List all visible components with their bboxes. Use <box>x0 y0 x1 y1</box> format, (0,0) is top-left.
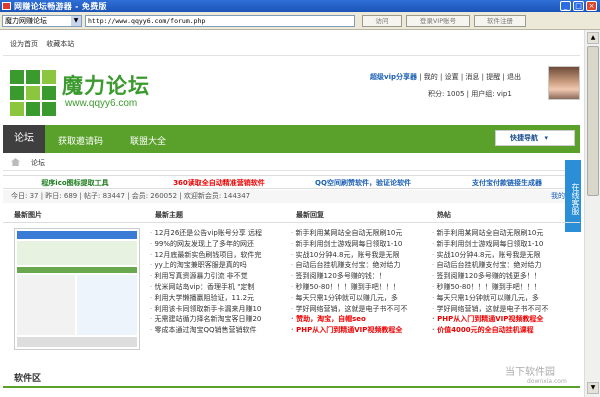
topics-list: 12月26还是公告vip账号分享 远程 99%的网友发现上了多年的网还 12月底… <box>150 228 284 336</box>
watermark-title: 当下软件园 <box>505 367 555 378</box>
menu-messages[interactable]: 消息 <box>465 73 479 81</box>
menu-logout[interactable]: 退出 <box>507 73 521 81</box>
list-item[interactable]: 新手利用剑士游戏网每日领取1-10 <box>291 239 425 250</box>
menu-mine[interactable]: 我的 <box>424 73 438 81</box>
user-stats: 积分: 1005 | 用户组: vip1 <box>428 90 512 98</box>
quick-nav-button[interactable]: 快捷导航 ▾ <box>495 130 575 146</box>
list-item[interactable]: 利用该卡同领取新手卡漏来月赚10 <box>150 304 284 315</box>
ad-row: 程序ico图标提取工具 360读取全自动精准营销软件 QQ空间刷赞软件，验证论软… <box>3 175 580 189</box>
scrollbar-thumb[interactable] <box>587 46 599 196</box>
visit-button[interactable]: 访问 <box>362 15 402 27</box>
browser-toolbar: 魔力网赚论坛 ▼ http://www.qqyy6.com/forum.php … <box>0 12 600 30</box>
list-item[interactable]: 自动后台挂机赚支付宝：绝对给力 <box>432 260 562 271</box>
minimize-button[interactable]: _ <box>560 1 571 11</box>
latest-image-thumbnail[interactable] <box>14 228 140 350</box>
scrollbar[interactable]: ▲ ▼ <box>584 30 600 397</box>
list-item[interactable]: 新手利用某网站全自动无限刷10元 <box>432 228 562 239</box>
ad-link[interactable]: 360读取全自动精准营销软件 <box>147 178 291 188</box>
ad-link[interactable]: 程序ico图标提取工具 <box>3 178 147 188</box>
register-button[interactable]: 软件注册 <box>474 15 526 27</box>
list-item[interactable]: 12月底最新实色刷钱项目，软件完 <box>150 250 284 261</box>
list-item[interactable]: PHP从入门到精通VIP视频教程全 <box>432 314 562 325</box>
logo-url: www.qqyy6.com <box>65 98 138 109</box>
list-item[interactable]: 赞助，淘宝，自帽seo <box>291 314 425 325</box>
ad-link[interactable]: 支付宝付款链接生成器 <box>435 178 579 188</box>
window-title: 网赚论坛畅游器 - 免费版 <box>14 2 107 11</box>
list-item[interactable]: 签到阅赚120多号赚的钱更多！！ <box>432 271 562 282</box>
main-nav: 论坛 获取邀请码 联盟大全 <box>3 125 580 153</box>
divider <box>3 55 580 56</box>
set-homepage-link[interactable]: 设为首页 <box>10 40 38 48</box>
list-item[interactable]: 12月26还是公告vip账号分享 远程 <box>150 228 284 239</box>
list-item[interactable]: yy上的淘宝兼职客服是真的吗 <box>150 260 284 271</box>
quick-nav-label: 快捷导航 <box>510 134 538 142</box>
panel-header-images: 最新图片 <box>14 211 42 219</box>
logo-icon[interactable] <box>10 70 58 116</box>
stats-bar: 今日: 37 | 昨日: 689 | 帖子: 83447 | 会员: 26005… <box>3 190 580 203</box>
list-item[interactable]: 价值4000元的全自动挂机课程 <box>432 325 562 336</box>
list-item[interactable]: 利用写真资源暴力引流 非不觉 <box>150 271 284 282</box>
user-points[interactable]: 积分: 1005 <box>428 90 464 98</box>
stats-text: 今日: 37 | 昨日: 689 | 帖子: 83447 | 会员: 26005… <box>11 192 251 200</box>
app-icon <box>2 2 11 10</box>
list-item[interactable]: 99%的网友发现上了多年的网还 <box>150 239 284 250</box>
chevron-down-icon[interactable]: ▼ <box>71 16 81 26</box>
list-item[interactable]: 学好网络营销，这就是电子书不可不 <box>291 304 425 315</box>
user-group[interactable]: 用户组: vip1 <box>471 90 512 98</box>
list-item[interactable]: 每天只需1分钟就可以赚几元，多 <box>291 293 425 304</box>
panel-header-topics: 最新主题 <box>155 211 183 219</box>
hot-list: 新手利用某网站全自动无限刷10元 新手利用剑士游戏网每日领取1-10 实战10分… <box>432 228 562 336</box>
section-title: 软件区 <box>14 374 42 384</box>
panel-header-replies: 最新回复 <box>296 211 324 219</box>
maximize-button[interactable]: □ <box>573 1 584 11</box>
close-button[interactable]: × <box>586 1 597 11</box>
top-links: 设为首页 收藏本站 <box>10 39 80 49</box>
menu-settings[interactable]: 设置 <box>445 73 459 81</box>
nav-invite-code[interactable]: 获取邀请码 <box>58 134 103 147</box>
divider <box>3 386 580 388</box>
breadcrumb-forum[interactable]: 论坛 <box>31 158 45 168</box>
list-item[interactable]: 忧米网站岛vip：香理手机 "定制 <box>150 282 284 293</box>
nav-alliance[interactable]: 联盟大全 <box>130 134 166 147</box>
list-item[interactable]: 实战10分钟4.8元，账号我是无限 <box>291 250 425 261</box>
list-item[interactable]: 新手利用剑士游戏网每日领取1-10 <box>432 239 562 250</box>
watermark: 当下软件园 downxia.com <box>505 363 585 393</box>
username[interactable]: 超级vip分享器 <box>370 73 417 81</box>
list-item[interactable]: 无需建站循力择名新淘宝客日赚20 <box>150 314 284 325</box>
breadcrumb: 论坛 <box>3 155 580 171</box>
ad-link[interactable]: QQ空间刷赞软件，验证论软件 <box>291 178 435 188</box>
scroll-up-icon[interactable]: ▲ <box>587 32 599 44</box>
list-item[interactable]: 秒赚50-80！！！赚到手吧！！！ <box>291 282 425 293</box>
list-item[interactable]: 签到阅赚120多号赚的钱：！ <box>291 271 425 282</box>
url-input[interactable]: http://www.qqyy6.com/forum.php <box>85 15 355 27</box>
bookmark-link[interactable]: 收藏本站 <box>46 40 74 48</box>
avatar[interactable] <box>548 66 580 100</box>
list-item[interactable]: 实战10分钟4.8元，账号我是无限 <box>432 250 562 261</box>
list-item[interactable]: 学好网络营销，这就是电子书不可不 <box>432 304 562 315</box>
list-item[interactable]: 自动后台挂机赚支付宝：绝对给力 <box>291 260 425 271</box>
list-item[interactable]: 新手利用某网站全自动无限刷10元 <box>291 228 425 239</box>
user-menu: 超级vip分享器 | 我的 | 设置 | 消息 | 提醒 | 退出 <box>370 73 522 81</box>
watermark-sub: downxia.com <box>527 378 567 385</box>
list-item[interactable]: 利用大学懒播赢阻验证，11.2元 <box>150 293 284 304</box>
title-bar: 网赚论坛畅游器 - 免费版 _ □ × <box>0 0 600 12</box>
list-item[interactable]: 秒赚50-80！！！赚到手吧！！！ <box>432 282 562 293</box>
divider <box>3 222 580 223</box>
logo-title: 魔力论坛 <box>62 73 150 98</box>
list-item[interactable]: PHP从入门到精通VIP视频教程全 <box>291 325 425 336</box>
nav-forum[interactable]: 论坛 <box>3 125 45 153</box>
site-select-value: 魔力网赚论坛 <box>5 17 47 25</box>
replies-list: 新手利用某网站全自动无限刷10元 新手利用剑士游戏网每日领取1-10 实战10分… <box>291 228 425 336</box>
chevron-down-icon: ▾ <box>544 134 548 142</box>
list-item[interactable]: 每天只需1分钟就可以赚几元，多 <box>432 293 562 304</box>
panel-header-hot: 热帖 <box>437 211 451 219</box>
menu-reminders[interactable]: 提醒 <box>486 73 500 81</box>
home-icon[interactable] <box>11 158 20 166</box>
list-item[interactable]: 零成本通过淘宝QQ销售营销软件 <box>150 325 284 336</box>
site-select[interactable]: 魔力网赚论坛 ▼ <box>2 15 82 27</box>
login-vip-button[interactable]: 登录VIP账号 <box>406 15 470 27</box>
scroll-down-icon[interactable]: ▼ <box>587 382 599 394</box>
